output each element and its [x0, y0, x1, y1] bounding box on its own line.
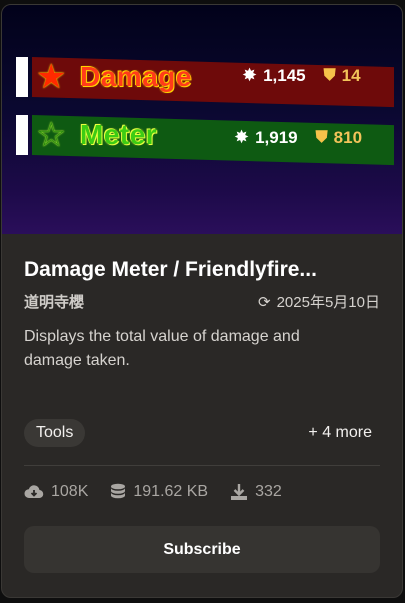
- refresh-icon: ⟳: [258, 293, 271, 311]
- tag-chip[interactable]: Tools: [24, 419, 86, 447]
- burst-icon: ✸: [234, 127, 250, 147]
- updated-date: ⟳ 2025年5月10日: [258, 291, 380, 312]
- banner-stat-value: 1,145: [263, 65, 306, 85]
- downloads-value: 332: [255, 483, 282, 500]
- database-icon: [111, 483, 126, 499]
- banner-stats: ✸ 1,919 ⛊ 810: [234, 127, 362, 148]
- mod-meta: 道明寺櫻 ⟳ 2025年5月10日: [24, 291, 380, 312]
- banner-stat-value-2: 14: [341, 65, 361, 85]
- banner-title: Damage: [80, 61, 192, 92]
- download-icon: [231, 484, 248, 500]
- banner-stat-value: 1,919: [255, 127, 298, 147]
- broken-shield-icon: ⛊: [315, 128, 328, 146]
- author-name[interactable]: 道明寺櫻: [24, 291, 84, 312]
- banner-stats: ✸ 1,145 ⛊ 14: [242, 65, 361, 86]
- downloads-stat: 332: [230, 483, 282, 501]
- star-icon: ★: [36, 58, 67, 96]
- size-stat: 191.62 KB: [110, 483, 208, 501]
- banner-stat-value-2: 810: [333, 127, 363, 147]
- subscribe-button[interactable]: Subscribe: [24, 526, 380, 573]
- banner-stripe: [16, 115, 28, 155]
- burst-icon: ✸: [242, 65, 258, 85]
- cloud-downloads-value: 108K: [51, 483, 89, 500]
- cloud-download-icon: [24, 485, 44, 499]
- updated-date-text: 2025年5月10日: [276, 294, 380, 311]
- broken-shield-icon: ⛊: [323, 66, 336, 84]
- tag-row: Tools + 4 more: [24, 419, 380, 447]
- mod-card[interactable]: ★ Damage ✸ 1,145 ⛊ 14 ☆ Meter ✸ 1,919 ⛊ …: [1, 4, 403, 598]
- mod-description: Displays the total value of damage and d…: [24, 328, 300, 369]
- mod-title[interactable]: Damage Meter / Friendlyfire...: [24, 258, 384, 282]
- divider: [24, 465, 380, 466]
- size-value: 191.62 KB: [133, 483, 209, 500]
- mod-thumbnail[interactable]: ★ Damage ✸ 1,145 ⛊ 14 ☆ Meter ✸ 1,919 ⛊ …: [2, 5, 402, 234]
- more-tags-link[interactable]: + 4 more: [308, 424, 372, 442]
- banner-stripe: [16, 57, 28, 97]
- star-outline-icon: ☆: [36, 116, 67, 154]
- stats-row: 108K 191.62 KB 332: [24, 483, 304, 501]
- banner-title: Meter: [80, 119, 158, 150]
- cloud-downloads-stat: 108K: [24, 483, 88, 501]
